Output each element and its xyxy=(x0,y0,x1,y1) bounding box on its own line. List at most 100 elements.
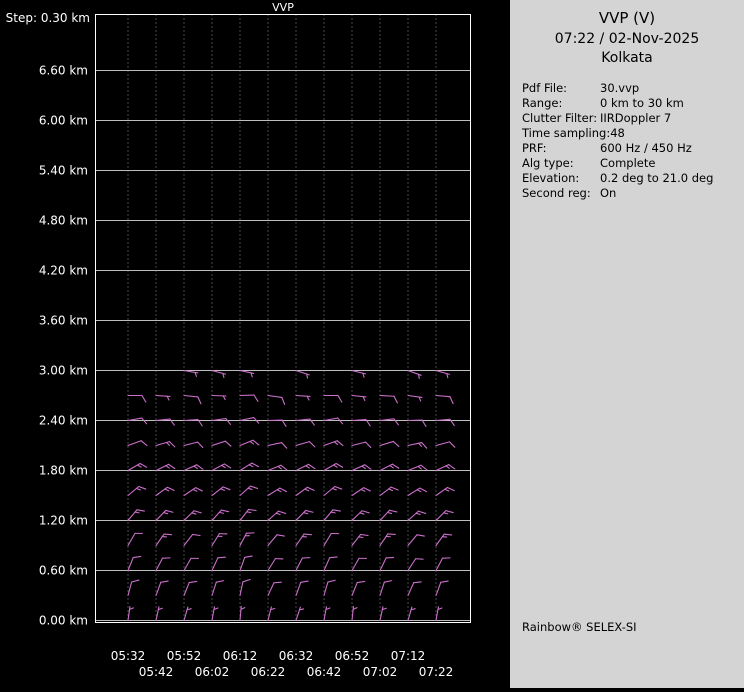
x-tick-label: 06:12 xyxy=(223,649,258,663)
info-value: 0 km to 30 km xyxy=(600,96,684,111)
wind-barb xyxy=(324,580,335,595)
wind-barb xyxy=(184,465,203,471)
x-tick-label: 06:22 xyxy=(251,665,286,679)
info-value: Complete xyxy=(600,156,655,171)
info-row-time-sampling: Time sampling: 48 xyxy=(522,126,744,141)
wind-barb xyxy=(352,607,357,621)
wind-barb xyxy=(352,534,368,545)
wind-barb xyxy=(352,442,371,447)
brand-label: Rainbow® SELEX-SI xyxy=(522,620,637,634)
info-row-alg-type: Alg type: Complete xyxy=(522,156,744,171)
step-axis-label: Step: 0.30 km xyxy=(6,11,90,25)
wind-barb xyxy=(128,464,147,471)
wind-barb xyxy=(268,443,287,449)
plot-section: 0.00 km0.60 km1.20 km1.80 km2.40 km3.00 … xyxy=(0,0,510,688)
x-tick-label: 05:52 xyxy=(167,649,202,663)
wind-barb xyxy=(212,371,226,378)
info-label: Time sampling: xyxy=(522,126,610,141)
y-tick-label: 3.60 km xyxy=(39,314,88,328)
wind-barb xyxy=(128,533,143,545)
y-tick-label: 6.00 km xyxy=(39,114,88,128)
y-tick-label: 0.00 km xyxy=(39,614,88,628)
wind-barb xyxy=(212,419,230,425)
wind-barb xyxy=(324,464,343,471)
wind-barb xyxy=(212,487,230,496)
wind-barb xyxy=(380,557,394,570)
wind-barb xyxy=(408,607,415,620)
y-tick-label: 2.40 km xyxy=(39,414,88,428)
wind-barb xyxy=(352,511,369,521)
wind-barb xyxy=(212,534,227,546)
wind-barb xyxy=(436,371,449,378)
wind-barb xyxy=(436,396,453,404)
wind-barb xyxy=(212,510,229,520)
plot-frame xyxy=(96,15,471,623)
wind-barb xyxy=(184,534,200,545)
wind-barb xyxy=(240,533,254,546)
wind-barb xyxy=(436,534,452,545)
panel-location: Kolkata xyxy=(510,50,744,66)
wind-barb xyxy=(380,396,397,403)
wind-barb xyxy=(212,607,218,621)
wind-barb xyxy=(380,419,398,425)
x-tick-label: 05:32 xyxy=(111,649,146,663)
y-tick-label: 5.40 km xyxy=(39,164,88,178)
wind-barb xyxy=(296,487,314,495)
info-label: Elevation: xyxy=(522,171,600,186)
wind-barb xyxy=(184,607,191,620)
wind-barb xyxy=(240,440,259,445)
wind-barb xyxy=(324,607,330,621)
wind-barb xyxy=(268,535,284,546)
info-label: Pdf File: xyxy=(522,81,600,96)
info-value: IIRDoppler 7 xyxy=(600,111,671,126)
wind-barb xyxy=(128,441,147,446)
wind-barb xyxy=(296,510,313,520)
y-tick-label: 4.80 km xyxy=(39,214,88,228)
wind-barb xyxy=(324,396,342,402)
wind-barb xyxy=(296,442,315,447)
wind-barb xyxy=(240,556,252,570)
wind-barb xyxy=(352,371,366,378)
wind-barb xyxy=(268,488,286,495)
info-row-prf: PRF: 600 Hz / 450 Hz xyxy=(522,141,744,156)
wind-barb xyxy=(436,465,455,471)
info-label: Clutter Filter: xyxy=(522,111,600,126)
wind-barb xyxy=(156,581,168,595)
x-tick-label: 07:12 xyxy=(391,649,426,663)
info-value: 30.vvp xyxy=(600,81,639,96)
wind-barb xyxy=(352,465,371,471)
wind-barb xyxy=(408,465,427,470)
wind-barb xyxy=(380,581,392,596)
wind-barb xyxy=(408,396,422,401)
chart-title: VVP xyxy=(272,1,294,14)
wind-barb xyxy=(436,558,450,571)
x-tick-label: 06:02 xyxy=(195,665,230,679)
panel-title: VVP (V) xyxy=(510,9,744,27)
wind-barb xyxy=(240,371,254,377)
wind-barb xyxy=(324,487,342,496)
wind-barb xyxy=(436,487,454,495)
info-value: 0.2 deg to 21.0 deg xyxy=(600,171,713,186)
wind-barb xyxy=(268,511,286,520)
y-tick-label: 3.00 km xyxy=(39,364,88,378)
wind-barb xyxy=(240,395,258,401)
wind-barb xyxy=(156,510,173,520)
info-value: 48 xyxy=(610,126,625,141)
info-value: 600 Hz / 450 Hz xyxy=(600,141,692,156)
info-row-clutter-filter: Clutter Filter: IIRDoppler 7 xyxy=(522,111,744,126)
y-tick-label: 0.60 km xyxy=(39,564,88,578)
wind-barb xyxy=(324,510,340,521)
wind-barb xyxy=(408,582,421,596)
wind-barb xyxy=(128,556,141,570)
wind-barb xyxy=(408,488,426,495)
info-value: On xyxy=(600,186,616,201)
info-rows: Pdf File: 30.vvp Range: 0 km to 30 km Cl… xyxy=(522,81,744,201)
wind-barb xyxy=(352,558,367,570)
wind-barb xyxy=(128,607,133,621)
wind-barb xyxy=(296,464,315,470)
wind-barb xyxy=(380,441,399,446)
wind-barb xyxy=(408,443,427,449)
vvp-screen: 0.00 km0.60 km1.20 km1.80 km2.40 km3.00 … xyxy=(0,0,744,688)
wind-barb xyxy=(128,487,146,496)
panel-datetime: 07:22 / 02-Nov-2025 xyxy=(510,31,744,47)
